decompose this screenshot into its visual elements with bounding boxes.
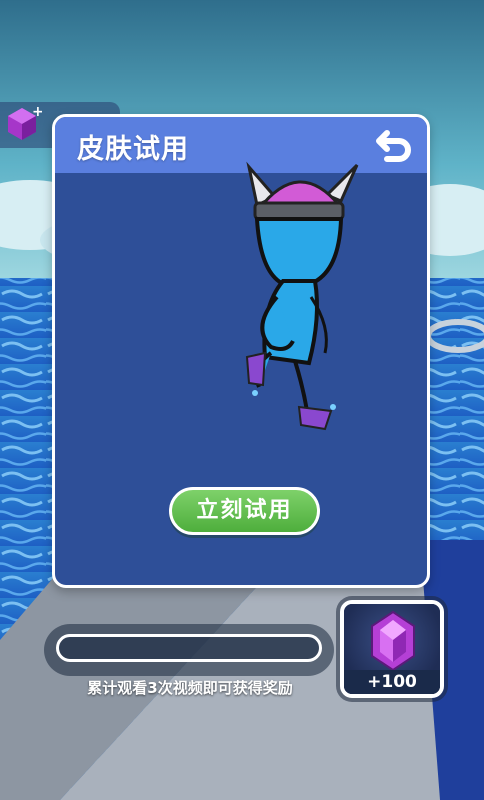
video-progress-area (44, 624, 334, 676)
video-progress-text: 累计观看3次视频即可获得奖励 (87, 679, 293, 697)
try-now-button[interactable]: 立刻试用 (169, 487, 320, 535)
svg-text:+: + (32, 104, 42, 120)
character-preview (245, 161, 359, 431)
reward-background: +100 (344, 604, 440, 694)
purple-gem-icon (371, 610, 415, 672)
video-progress-bar (56, 634, 322, 662)
reward-box[interactable]: +100 (340, 600, 444, 698)
skin-trial-panel: 皮肤试用 立刻试用 (52, 114, 430, 588)
reward-amount: +100 (344, 670, 440, 694)
purple-gem-icon: + (8, 104, 42, 140)
panel-title: 皮肤试用 (77, 134, 189, 165)
